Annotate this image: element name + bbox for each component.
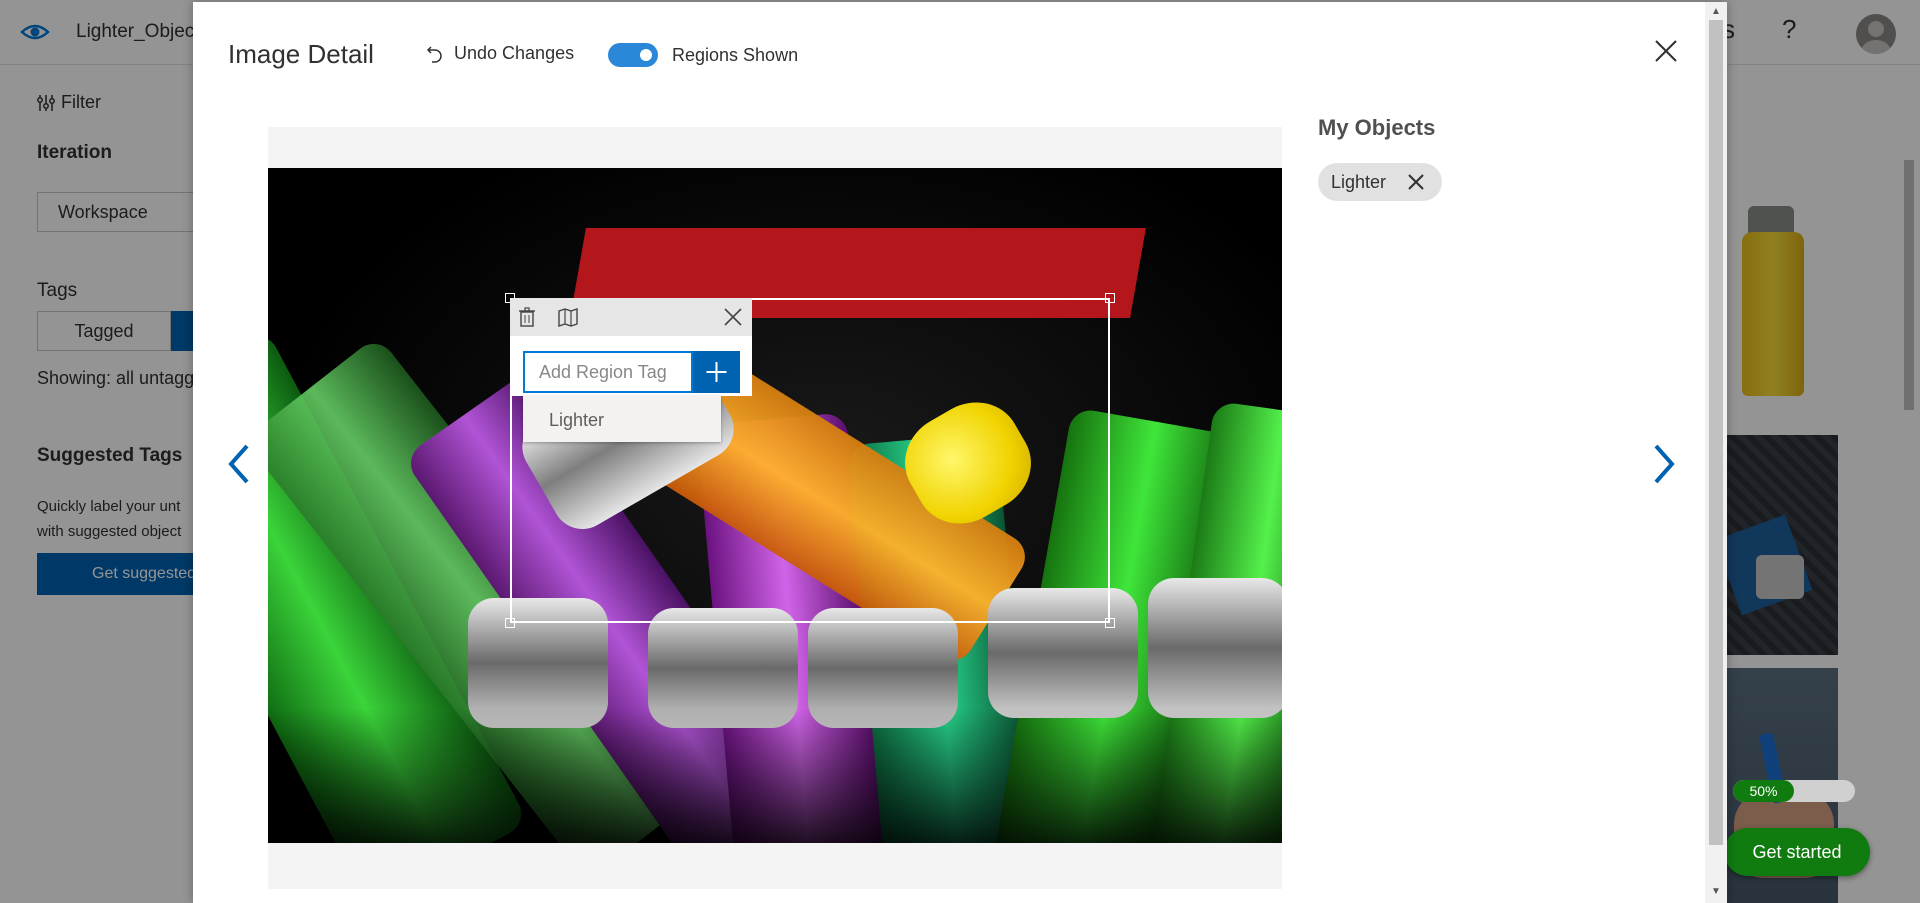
add-region-tag-button[interactable] <box>693 351 740 393</box>
add-region-tag-input[interactable] <box>523 351 693 393</box>
tag-suggestion-label: Lighter <box>549 410 605 430</box>
resize-handle[interactable] <box>1105 618 1115 628</box>
delete-region-icon[interactable] <box>516 306 538 328</box>
undo-changes-label: Undo Changes <box>454 43 575 63</box>
get-started-button[interactable]: Get started <box>1724 828 1870 876</box>
progress-label: 50% <box>1749 783 1778 799</box>
previous-image-arrow[interactable] <box>225 442 255 486</box>
plus-icon <box>706 362 727 382</box>
next-image-arrow[interactable] <box>1648 442 1678 486</box>
tag-suggestion-item[interactable]: Lighter <box>523 396 721 442</box>
undo-changes-button[interactable]: Undo Changes <box>426 43 574 64</box>
resize-handle[interactable] <box>1105 293 1115 303</box>
map-region-icon[interactable] <box>557 306 579 328</box>
scroll-up-arrow-icon[interactable]: ▲ <box>1705 4 1727 20</box>
close-icon[interactable] <box>1651 36 1681 66</box>
dialog-title: Image Detail <box>228 39 374 69</box>
object-tag-label: Lighter <box>1331 172 1387 192</box>
dialog-scrollbar[interactable]: ▲ ▼ <box>1705 2 1727 903</box>
scroll-down-arrow-icon[interactable]: ▼ <box>1705 884 1727 900</box>
close-region-editor-icon[interactable] <box>722 306 744 328</box>
remove-tag-icon[interactable] <box>1406 172 1426 192</box>
my-objects-heading: My Objects <box>1318 115 1436 140</box>
scrollbar-thumb[interactable] <box>1709 20 1723 845</box>
regions-shown-toggle[interactable] <box>608 43 658 67</box>
region-toolbar <box>510 298 752 336</box>
regions-shown-label: Regions Shown <box>672 45 799 65</box>
object-tag-chip[interactable]: Lighter <box>1318 163 1442 201</box>
undo-icon <box>426 45 442 63</box>
resize-handle[interactable] <box>505 618 515 628</box>
